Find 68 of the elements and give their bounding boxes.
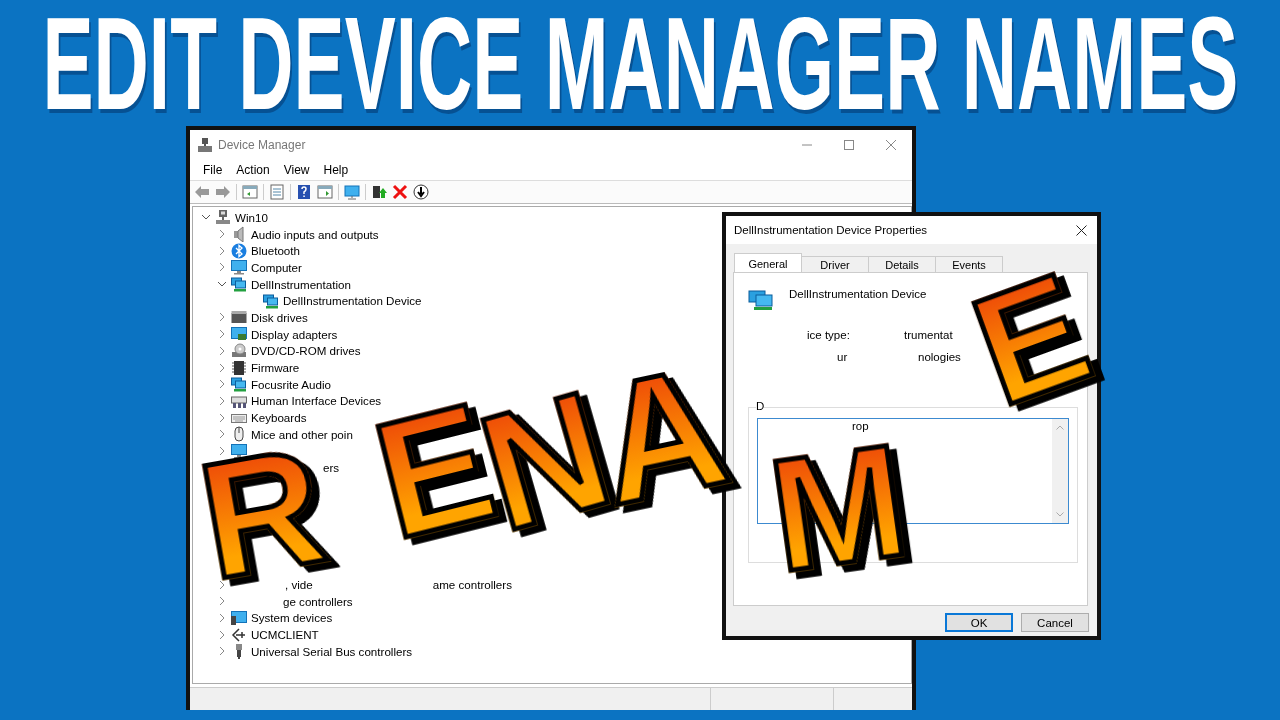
field-value: trumentat (904, 329, 953, 341)
chevron-icon[interactable] (217, 579, 227, 590)
tree-item[interactable]: DellInstrumentation (251, 277, 351, 291)
tab[interactable]: Driver (801, 256, 869, 272)
dialog-title: DellInstrumentation Device Properties (734, 224, 928, 236)
tree-item[interactable]: ame controllers (432, 578, 512, 592)
computer-icon (215, 209, 231, 226)
dialog-button[interactable]: Cancel (1021, 613, 1089, 632)
system-device-icon (231, 609, 247, 626)
help-icon[interactable] (296, 184, 312, 200)
chip-icon (231, 359, 247, 376)
headline: EDIT DEVICE MANAGER NAMES (42, 4, 1238, 124)
window-play-icon[interactable] (317, 184, 333, 200)
menu-item[interactable]: Help (316, 163, 356, 177)
close-icon[interactable] (1076, 224, 1087, 236)
forward-arrow-icon[interactable] (215, 184, 231, 200)
tree-item[interactable]: Bluetooth (251, 244, 300, 258)
window-title: Device Manager (218, 138, 307, 152)
bluetooth-icon (231, 242, 247, 259)
window-icon[interactable] (242, 184, 258, 200)
delete-icon[interactable] (392, 184, 408, 200)
tree-item[interactable]: Focusrite Audio (251, 377, 331, 391)
network-icon (231, 376, 247, 393)
tab[interactable]: General (734, 253, 802, 272)
menu-item[interactable]: Action (229, 163, 277, 177)
network-icon (263, 292, 279, 309)
tree-item[interactable]: Win10 (235, 210, 268, 224)
tree-item[interactable]: Computer (251, 260, 302, 274)
network-icon (748, 289, 774, 311)
tree-item[interactable]: Display adapters (251, 327, 338, 341)
monitor-icon[interactable] (344, 184, 360, 200)
monitor-icon (231, 259, 247, 276)
document-icon[interactable] (269, 184, 285, 200)
device-name: DellInstrumentation Device (789, 288, 927, 300)
display-adapter-icon (231, 326, 247, 343)
network-icon (231, 276, 247, 293)
disc-drive-icon (231, 342, 247, 359)
tree-item[interactable]: DellInstrumentation Device (283, 294, 422, 308)
group-label: D (756, 400, 765, 412)
device-manager-icon (198, 138, 212, 152)
tree-item[interactable]: Keyboards (251, 411, 307, 425)
tree-item[interactable]: Audio inputs and outputs (251, 227, 379, 241)
menu-item[interactable]: View (276, 163, 317, 177)
menu-item[interactable]: File (196, 163, 230, 177)
tree-item[interactable]: Universal Serial Bus controllers (251, 644, 413, 658)
speaker-icon (231, 226, 247, 243)
disk-drive-icon (231, 309, 247, 326)
tree-item[interactable]: DVD/CD-ROM drives (251, 344, 361, 358)
back-arrow-icon[interactable] (194, 184, 210, 200)
scroll-down-icon[interactable] (1056, 512, 1064, 517)
field-label: ice type: (807, 329, 850, 341)
tree-item[interactable]: Firmware (251, 361, 300, 375)
field-value: nologies (918, 351, 961, 363)
tree-item[interactable]: Mice and other poin (251, 427, 353, 441)
dialog-button[interactable]: OK (945, 613, 1013, 632)
download-icon[interactable] (413, 184, 429, 200)
scroll-up-icon[interactable] (1056, 425, 1064, 430)
tree-item[interactable]: UCMCLIENT (251, 628, 319, 642)
tree-item[interactable]: ge controllers (283, 594, 353, 608)
tab[interactable]: Details (868, 256, 936, 272)
add-driver-icon[interactable] (371, 184, 387, 200)
status-text: rop (852, 420, 869, 432)
tree-item[interactable]: System devices (251, 611, 333, 625)
maximize-icon[interactable] (844, 140, 854, 150)
tree-item[interactable]: Disk drives (251, 310, 308, 324)
field-label: ur (837, 351, 848, 363)
connector-icon (231, 626, 247, 643)
tab[interactable]: Events (935, 256, 1003, 272)
